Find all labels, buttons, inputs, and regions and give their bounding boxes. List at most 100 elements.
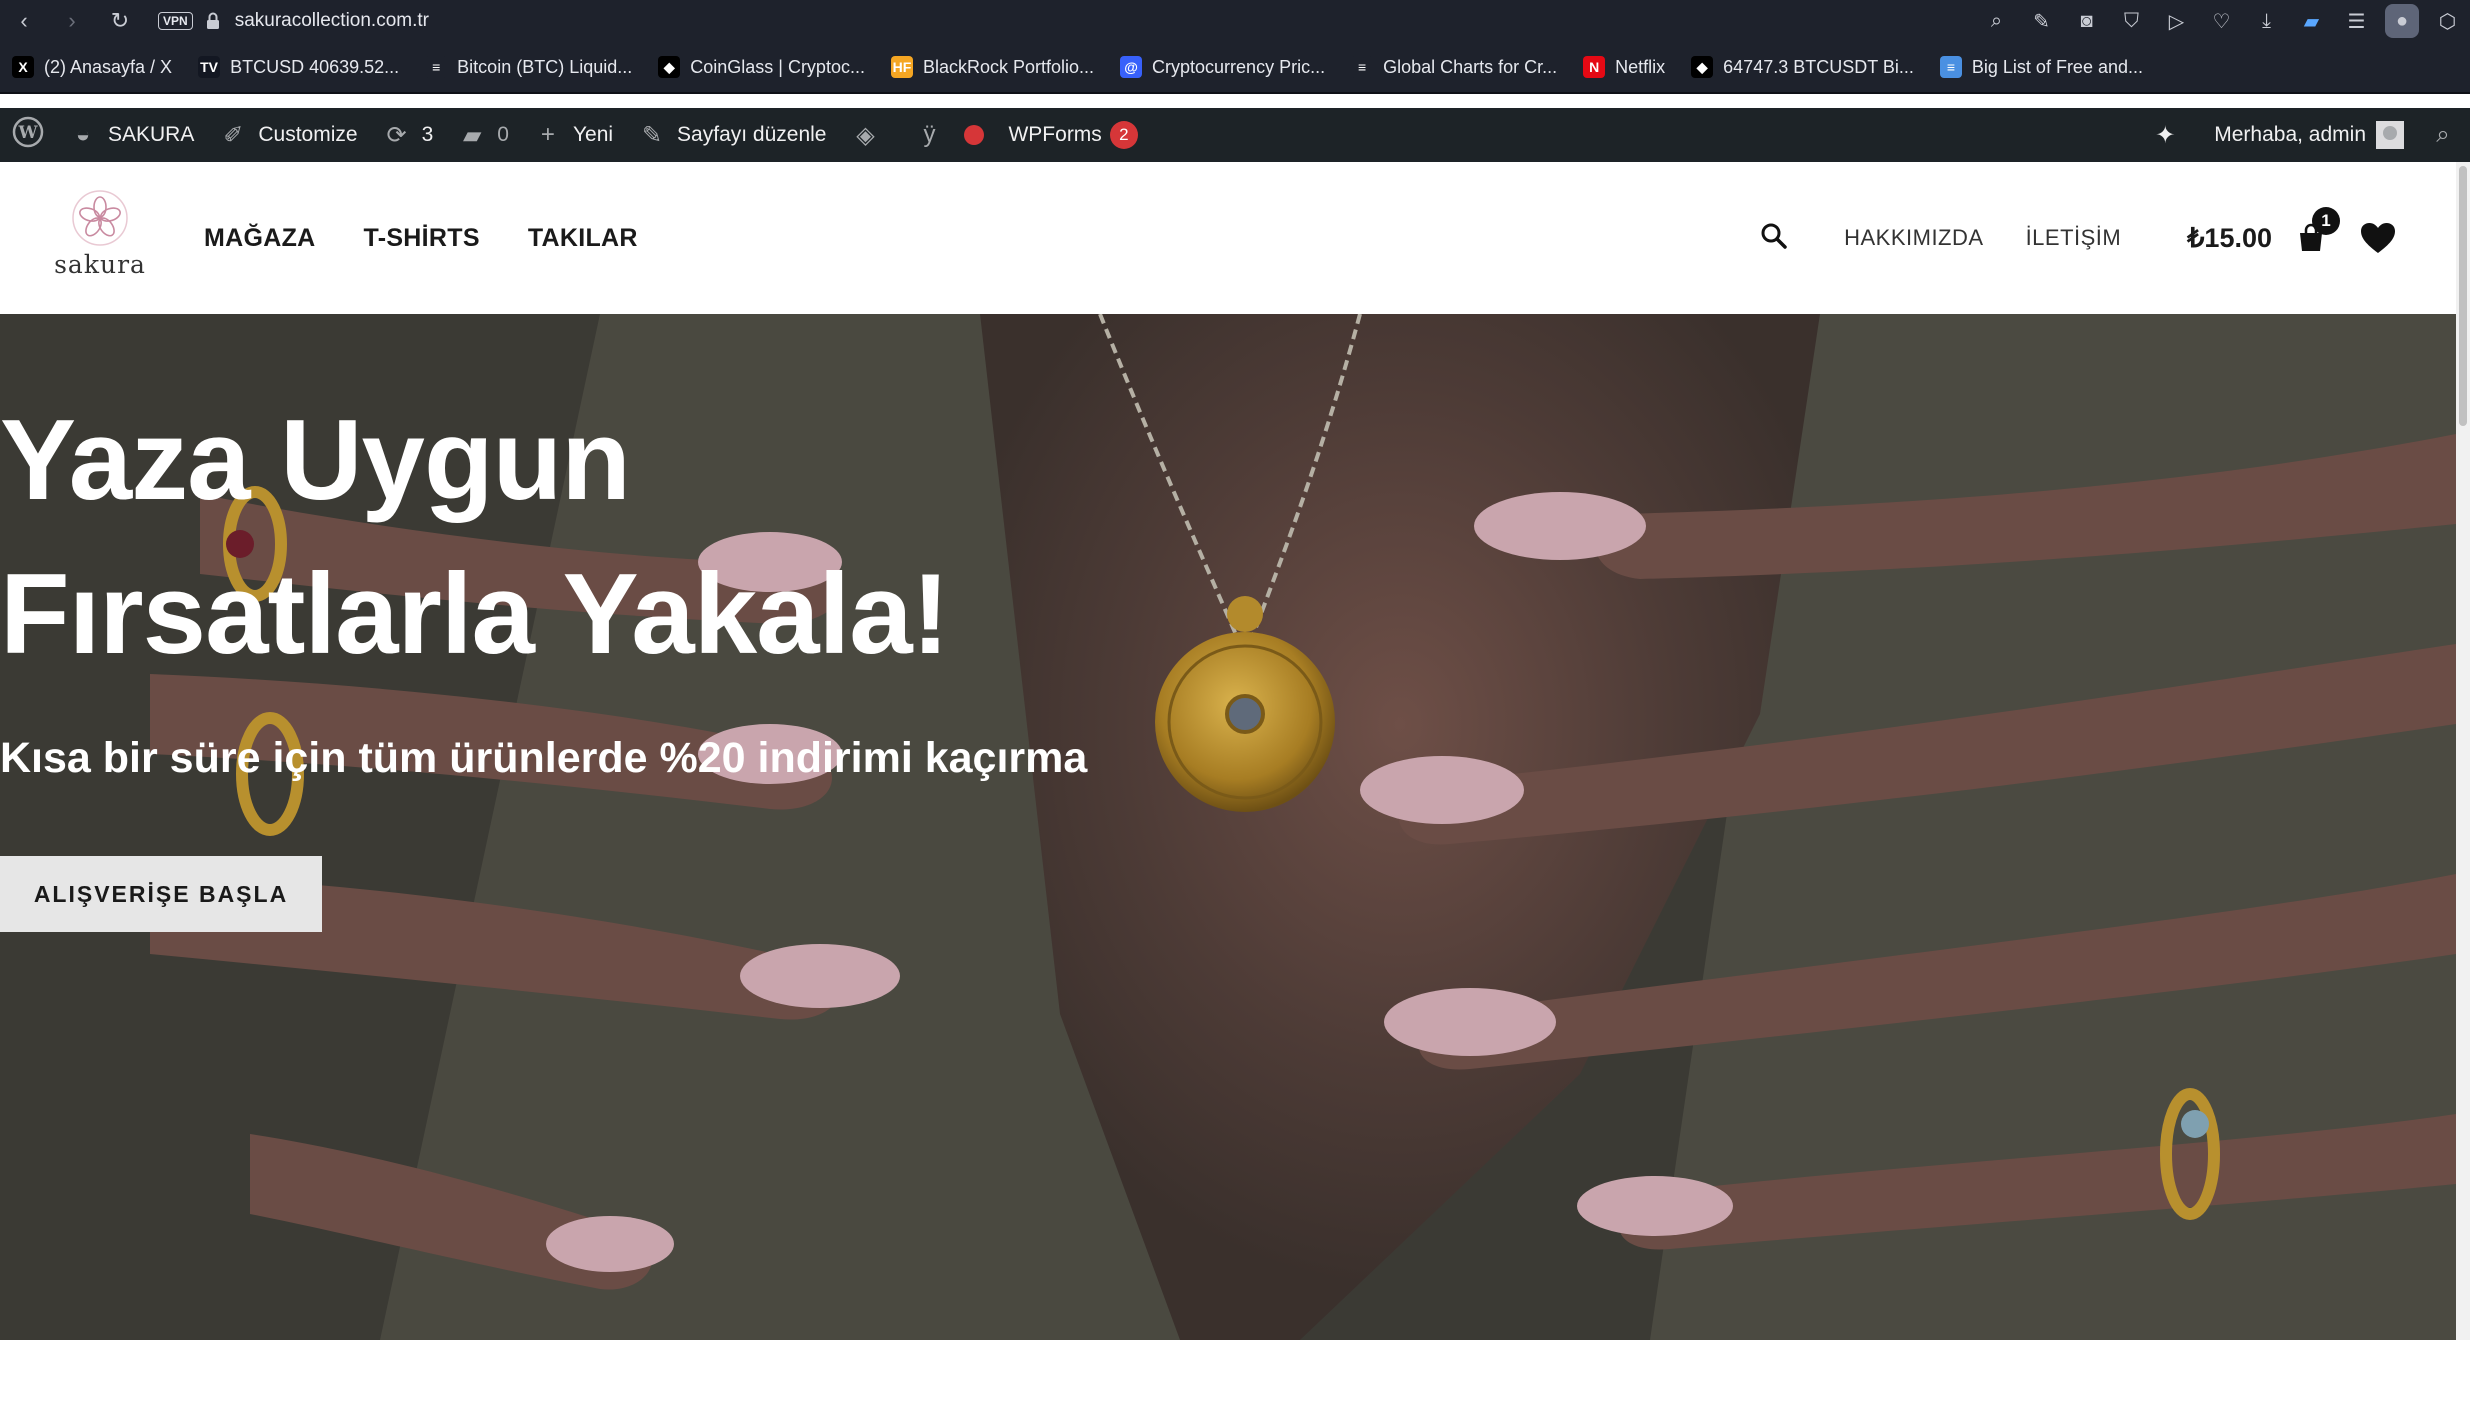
nav-item-takilar[interactable]: TAKILAR — [528, 224, 638, 253]
greeting: Merhaba, admin — [2214, 123, 2366, 146]
x-icon: X — [12, 56, 34, 78]
bookmark-item[interactable]: @ Cryptocurrency Pric... — [1120, 56, 1325, 78]
bookmark-item[interactable]: HF BlackRock Portfolio... — [890, 56, 1095, 78]
pencil-icon: ✎ — [641, 121, 663, 149]
zoom-icon[interactable]: ⌕ — [1974, 0, 2019, 42]
wordpress-icon: W — [12, 116, 44, 154]
admin-search[interactable]: ⌕ — [2416, 108, 2470, 162]
new-content-menu[interactable]: + Yeni — [521, 108, 625, 162]
bookmark-item[interactable]: ◆ 64747.3 BTCUSDT Bi... — [1691, 56, 1914, 78]
bookmark-label: Cryptocurrency Pric... — [1152, 56, 1326, 77]
wp-admin-bar: W ◒ SAKURA ✐ Customize ⟳ 3 ▰ 0 + Yeni ✎ … — [0, 108, 2470, 162]
bookmark-item[interactable]: X (2) Anasayfa / X — [12, 56, 172, 78]
coinglass-icon: ◆ — [658, 56, 681, 78]
wishlist-heart-icon[interactable] — [2360, 222, 2396, 254]
avatar — [2376, 121, 2404, 149]
reload-icon[interactable]: ↻ — [96, 0, 144, 42]
comment-icon: ▰ — [463, 121, 482, 149]
cart-button[interactable]: 1 — [2296, 207, 2340, 253]
tradingview-icon: TV — [198, 56, 221, 78]
bars-icon: ≡ — [1939, 56, 1962, 78]
bookmark-label: (2) Anasayfa / X — [44, 56, 173, 77]
site-logo[interactable]: sakura — [54, 188, 146, 298]
wpforms-badge: 2 — [1109, 121, 1138, 149]
bookmark-label: Big List of Free and... — [1971, 56, 2143, 77]
heart-icon[interactable]: ♡ — [2199, 0, 2244, 42]
bookmarks-bar: X (2) Anasayfa / X TV BTCUSD 40639.52... ≡ Bi… — [0, 42, 2470, 94]
bookmark-label: BlackRock Portfolio... — [922, 56, 1095, 77]
comments-count: 0 — [497, 123, 509, 146]
forward-icon[interactable]: › — [48, 0, 96, 42]
edit-page-link[interactable]: ✎ Sayfayı düzenle — [625, 108, 838, 162]
scrollbar-thumb[interactable] — [2459, 166, 2467, 426]
nav-item-magaza[interactable]: MAĞAZA — [204, 224, 316, 253]
updates-icon: ⟳ — [386, 121, 407, 149]
sakura-flower-icon — [72, 190, 128, 246]
list-icon: ≡ — [1351, 56, 1374, 78]
updates-link[interactable]: ⟳ 3 — [370, 108, 446, 162]
yoast-icon: ÿ — [923, 121, 936, 148]
nav-item-contact[interactable]: İLETİŞİM — [2026, 225, 2122, 251]
dashboard-icon: ◒ — [75, 121, 91, 148]
bookmark-item[interactable]: ≡ Global Charts for Cr... — [1351, 56, 1557, 78]
bookmark-label: BTCUSD 40639.52... — [230, 56, 400, 77]
shield-icon[interactable]: ⛉ — [2109, 0, 2154, 42]
bookmark-item[interactable]: ≡ Big List of Free and... — [1939, 56, 2143, 78]
bookmark-label: CoinGlass | Cryptoc... — [690, 56, 865, 77]
edit-icon[interactable]: ✎ — [2019, 0, 2064, 42]
logo-text: sakura — [54, 250, 146, 279]
address-bar[interactable]: sakuracollection.com.tr — [235, 10, 429, 32]
ai-assistant-button[interactable]: ✦ — [2138, 108, 2202, 162]
download-icon[interactable]: ⤓ — [2244, 0, 2289, 42]
diamond-icon: ◈ — [856, 121, 875, 149]
site-name: SAKURA — [108, 123, 195, 146]
lock-icon[interactable] — [205, 11, 221, 31]
yoast-menu[interactable]: ÿ — [902, 108, 996, 162]
nav-item-about[interactable]: HAKKIMIZDA — [1844, 225, 1983, 251]
nav-item-tshirts[interactable]: T-SHİRTS — [364, 224, 480, 253]
browser-toolbar: ‹ › ↻ VPN sakuracollection.com.tr ⌕ ✎ ◙ … — [0, 0, 2470, 42]
header-search-icon[interactable] — [1760, 222, 1788, 255]
bookmark-item[interactable]: N Netflix — [1583, 56, 1665, 78]
bookmark-item[interactable]: TV BTCUSD 40639.52... — [198, 56, 399, 78]
wpforms-label: WPForms — [1008, 123, 1102, 146]
account-menu[interactable]: Merhaba, admin — [2202, 108, 2416, 162]
wpforms-menu[interactable]: WPForms 2 — [996, 108, 1149, 162]
profile-icon[interactable]: ● — [2385, 4, 2419, 38]
diamond-menu[interactable]: ◈ — [838, 108, 902, 162]
search-icon: ⌕ — [2436, 121, 2450, 148]
wallet-icon[interactable]: ▰ — [2289, 0, 2334, 42]
list-icon: ≡ — [425, 56, 448, 78]
menu-icon[interactable]: ☰ — [2334, 0, 2379, 42]
bookmark-label: Netflix — [1615, 56, 1666, 77]
sparkle-icon: ✦ — [2155, 121, 2176, 149]
coin-icon: @ — [1120, 56, 1143, 78]
netflix-icon: N — [1583, 56, 1606, 78]
wordpress-menu[interactable]: W — [0, 108, 56, 162]
site-name-menu[interactable]: ◒ SAKURA — [56, 108, 206, 162]
new-label: Yeni — [572, 123, 614, 146]
vpn-badge[interactable]: VPN — [158, 12, 193, 30]
page-scrollbar[interactable] — [2456, 162, 2470, 1340]
cart-total[interactable]: ₺15.00 — [2187, 223, 2272, 254]
customize-label: Customize — [258, 123, 358, 146]
edit-page-label: Sayfayı düzenle — [677, 123, 827, 146]
bookmark-label: 64747.3 BTCUSDT Bi... — [1723, 56, 1914, 77]
brush-icon: ✐ — [223, 121, 244, 149]
camera-icon[interactable]: ◙ — [2064, 0, 2109, 42]
hero-subtitle: Kısa bir süre için tüm ürünlerde %20 ind… — [0, 734, 1088, 782]
back-icon[interactable]: ‹ — [0, 0, 48, 42]
play-icon[interactable]: ▷ — [2154, 0, 2199, 42]
start-shopping-button[interactable]: ALIŞVERİŞE BAŞLA — [0, 856, 322, 932]
secondary-nav: HAKKIMIZDA İLETİŞİM ₺15.00 1 — [1760, 162, 2396, 314]
customize-link[interactable]: ✐ Customize — [206, 108, 369, 162]
svg-text:W: W — [17, 123, 38, 143]
bookmark-item[interactable]: ≡ Bitcoin (BTC) Liquid... — [425, 56, 632, 78]
comments-link[interactable]: ▰ 0 — [445, 108, 521, 162]
extensions-icon[interactable]: ⬡ — [2425, 0, 2470, 42]
bookmark-item[interactable]: ◆ CoinGlass | Cryptoc... — [658, 56, 865, 78]
hf-icon: HF — [890, 56, 913, 78]
hero-banner: Yaza Uygun Fırsatlarla Yakala! Kısa bir … — [0, 314, 2456, 1340]
hero-title: Yaza Uygun Fırsatlarla Yakala! — [0, 397, 950, 678]
updates-count: 3 — [421, 123, 434, 146]
